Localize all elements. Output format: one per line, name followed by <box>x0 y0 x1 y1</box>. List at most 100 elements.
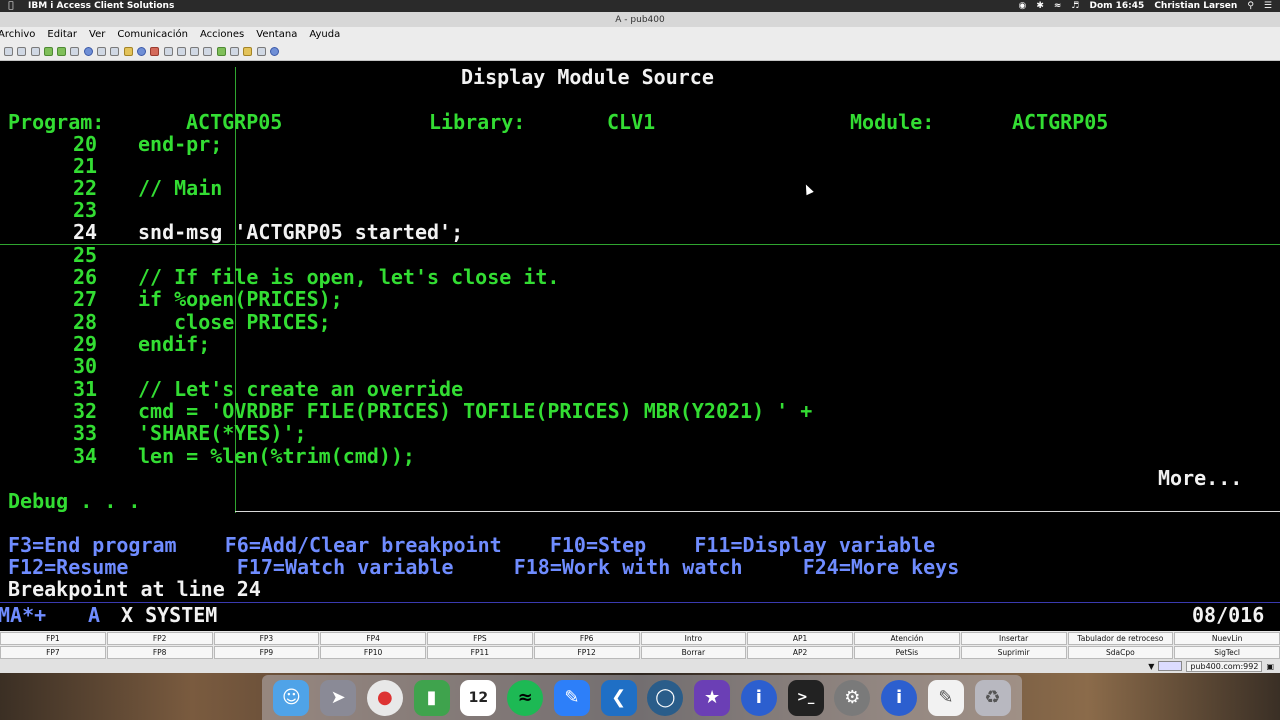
key-fp4[interactable]: FP4 <box>320 632 426 645</box>
oia-cursor-position: 08/016 <box>1192 603 1265 627</box>
menu-editar[interactable]: Editar <box>47 29 77 40</box>
source-code[interactable]: // Let's create an override <box>138 378 463 400</box>
connect-icon[interactable] <box>216 46 226 56</box>
source-code[interactable]: end-pr; <box>138 133 222 155</box>
xcode-icon[interactable]: ✎ <box>553 679 590 716</box>
line-number: 32 <box>73 399 98 423</box>
key-fp2[interactable]: FP2 <box>106 632 213 645</box>
launchpad-icon[interactable]: ➤ <box>320 679 357 716</box>
menu-list-icon[interactable]: ☰ <box>1264 1 1272 11</box>
key-fp9[interactable]: FP9 <box>213 646 320 659</box>
key-nuevlin[interactable]: NuevLin <box>1174 632 1280 645</box>
session-icon[interactable] <box>230 46 240 56</box>
menubar-clock[interactable]: Dom 16:45 <box>1089 1 1144 11</box>
key-intro[interactable]: Intro <box>640 632 747 645</box>
key-fp7[interactable]: FP7 <box>0 646 106 659</box>
trash-icon[interactable]: ♻ <box>974 679 1011 716</box>
vscode-icon[interactable]: ❮ <box>600 679 637 716</box>
source-code[interactable]: 'SHARE(*YES)'; <box>138 422 307 444</box>
source-code[interactable]: close PRICES; <box>138 311 331 333</box>
menu-ayuda[interactable]: Ayuda <box>309 29 340 40</box>
key-fp12[interactable]: FP12 <box>533 646 640 659</box>
key-fp10[interactable]: FP10 <box>320 646 426 659</box>
key-borrar[interactable]: Borrar <box>640 646 747 659</box>
send-file-icon[interactable] <box>43 46 53 56</box>
print-icon[interactable] <box>70 46 80 56</box>
volume-icon[interactable]: ♬ <box>1071 1 1079 11</box>
system-preferences-icon[interactable]: ⚙ <box>834 679 871 716</box>
cut-icon[interactable] <box>4 46 13 56</box>
tools-icon[interactable] <box>190 46 200 56</box>
source-code[interactable]: if %open(PRICES); <box>138 288 343 310</box>
macro-icon[interactable] <box>123 46 133 56</box>
keypad-icon[interactable] <box>176 46 186 56</box>
key-suprimir[interactable]: Suprimir <box>960 646 1067 659</box>
receive-file-icon[interactable] <box>57 46 67 56</box>
wifi-icon[interactable]: ≈ <box>1054 1 1062 11</box>
apple-icon[interactable]:  <box>4 1 18 11</box>
terminal-icon[interactable]: >_ <box>787 679 824 716</box>
key-fp3[interactable]: FP3 <box>213 632 320 645</box>
display-icon[interactable] <box>97 46 107 56</box>
spotify-icon[interactable]: ≈ <box>507 679 544 716</box>
keyboard-status-icon <box>1158 661 1183 671</box>
key-insertar[interactable]: Insertar <box>960 632 1067 645</box>
ibm-i-icon-2[interactable]: i <box>881 679 918 716</box>
source-code[interactable]: cmd = 'OVRDBF FILE(PRICES) TOFILE(PRICES… <box>138 400 812 422</box>
menu-comunicacion[interactable]: Comunicación <box>117 29 188 40</box>
key-backtab[interactable]: Tabulador de retroceso <box>1067 632 1174 645</box>
source-code[interactable]: // Main <box>138 177 222 199</box>
menubar-user[interactable]: Christian Larsen <box>1154 1 1237 11</box>
key-fp5[interactable]: FPS <box>427 632 533 645</box>
key-ap1[interactable]: AP1 <box>747 632 853 645</box>
line-number: 23 <box>73 198 98 222</box>
keyboard-icon[interactable] <box>110 46 120 56</box>
textedit-icon[interactable]: ✎ <box>927 679 964 716</box>
key-sdacpo[interactable]: SdaCpo <box>1067 646 1174 659</box>
key-ap2[interactable]: AP2 <box>747 646 853 659</box>
key-fp8[interactable]: FP8 <box>106 646 213 659</box>
key-atencion[interactable]: Atención <box>854 632 960 645</box>
record-macro-icon[interactable] <box>136 46 146 56</box>
play-macro-icon[interactable] <box>163 46 173 56</box>
menu-archivo[interactable]: Archivo <box>0 29 35 40</box>
ibm-i-icon[interactable]: i <box>740 679 777 716</box>
note-icon[interactable] <box>243 46 253 56</box>
menu-ver[interactable]: Ver <box>89 29 105 40</box>
more-indicator: More... <box>1158 466 1243 490</box>
chrome-icon[interactable]: ● <box>366 679 403 716</box>
key-petsis[interactable]: PetSis <box>854 646 960 659</box>
line-number: 20 <box>73 132 98 156</box>
numbers-icon[interactable]: ▮ <box>413 679 450 716</box>
key-sigtecl[interactable]: SigTecl <box>1174 646 1280 659</box>
trace-icon[interactable] <box>256 46 266 56</box>
lock-icon: ▣ <box>1266 661 1274 671</box>
help-icon[interactable] <box>269 46 279 56</box>
stop-macro-icon[interactable] <box>150 46 160 56</box>
paste-icon[interactable] <box>30 46 40 56</box>
disconnect-icon[interactable] <box>203 46 213 56</box>
record-icon[interactable]: ◉ <box>1018 1 1026 11</box>
source-code[interactable]: // If file is open, let's close it. <box>138 266 559 288</box>
menubar-app-name[interactable]: IBM i Access Client Solutions <box>28 1 174 11</box>
source-code[interactable]: endif; <box>138 333 210 355</box>
terminal-screen[interactable]: Display Module Source Program: ACTGRP05 … <box>0 61 1280 631</box>
spotlight-search-icon[interactable]: ⚲ <box>1247 1 1254 11</box>
key-fp11[interactable]: FP11 <box>427 646 533 659</box>
current-source-line[interactable]: snd-msg 'ACTGRP05 started'; <box>138 221 463 243</box>
calendar-icon[interactable]: 12 <box>460 679 497 716</box>
copy-icon[interactable] <box>17 46 27 56</box>
bluetooth-icon[interactable]: ✱ <box>1036 1 1044 11</box>
window-title: A - pub400 <box>615 14 665 25</box>
menu-ventana[interactable]: Ventana <box>256 29 297 40</box>
clock-icon[interactable] <box>83 46 93 56</box>
debug-command-input[interactable] <box>236 490 1276 510</box>
dropdown-arrow-icon[interactable]: ▼ <box>1148 662 1154 671</box>
browser-icon[interactable]: ◯ <box>647 679 684 716</box>
key-fp6[interactable]: FP6 <box>533 632 640 645</box>
finder-icon[interactable]: ☺ <box>273 679 310 716</box>
menu-acciones[interactable]: Acciones <box>200 29 244 40</box>
imovie-icon[interactable]: ★ <box>694 679 731 716</box>
source-code[interactable]: len = %len(%trim(cmd)); <box>138 445 415 467</box>
key-fp1[interactable]: FP1 <box>0 632 106 645</box>
